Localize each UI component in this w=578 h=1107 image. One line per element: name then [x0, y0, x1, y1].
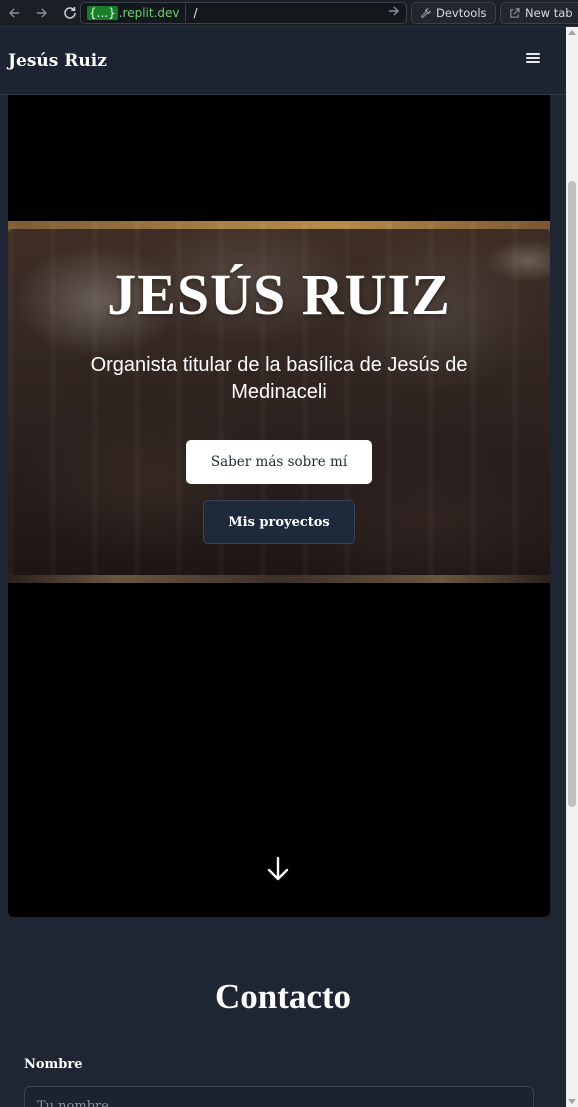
brand-logo[interactable]: Jesús Ruiz	[8, 51, 107, 71]
devtools-label: Devtools	[436, 6, 487, 20]
address-bar[interactable]: {...} .replit.dev /	[80, 2, 407, 24]
about-me-button[interactable]: Saber más sobre mí	[186, 440, 372, 484]
hero-section: JESÚS RUIZ Organista titular de la basíl…	[8, 95, 550, 917]
scroll-down-icon[interactable]	[568, 1099, 576, 1104]
contact-title: Contacto	[214, 977, 352, 1016]
new-tab-label: New tab	[525, 6, 573, 20]
site-header: Jesús Ruiz	[0, 27, 566, 95]
go-button[interactable]	[382, 5, 406, 21]
projects-button[interactable]: Mis proyectos	[203, 500, 355, 544]
external-link-icon	[510, 7, 520, 18]
browser-toolbar: {...} .replit.dev / Devtools New tab	[0, 0, 578, 27]
hamburger-menu-icon[interactable]	[526, 51, 540, 65]
arrow-right-icon	[389, 6, 399, 16]
scroll-up-icon[interactable]	[568, 30, 576, 35]
url-path[interactable]: /	[194, 6, 383, 20]
page-scrollbar[interactable]	[566, 27, 578, 1107]
hero-subtitle: Organista titular de la basílica de Jesú…	[90, 354, 468, 403]
url-domain: {...} .replit.dev	[84, 4, 186, 22]
reload-icon	[64, 7, 76, 19]
back-button[interactable]	[0, 0, 28, 27]
wrench-icon	[420, 7, 431, 18]
arrow-left-icon	[9, 8, 19, 18]
arrow-right-icon	[37, 8, 47, 18]
name-label: Nombre	[24, 1057, 83, 1072]
name-input[interactable]	[24, 1086, 534, 1107]
url-domain-badge: {...}	[87, 6, 118, 20]
new-tab-button[interactable]: New tab	[500, 2, 578, 24]
url-domain-text: .replit.dev	[118, 6, 180, 20]
devtools-button[interactable]: Devtools	[411, 2, 496, 24]
forward-button[interactable]	[28, 0, 56, 27]
hero-title: JESÚS RUIZ	[107, 262, 451, 327]
arrow-down-icon[interactable]	[266, 856, 290, 882]
scrollbar-thumb[interactable]	[568, 181, 576, 807]
page-viewport: Jesús Ruiz JESÚS RUIZ Organista titular …	[0, 27, 566, 1107]
